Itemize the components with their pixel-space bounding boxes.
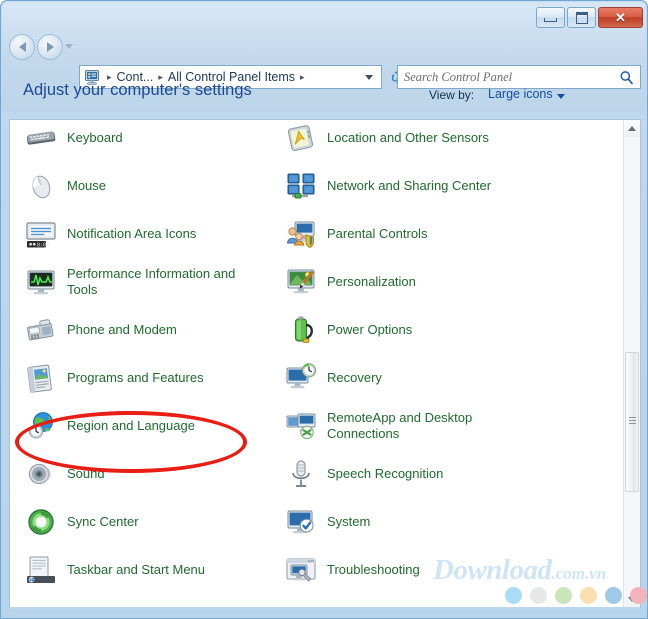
control-panel-item-remoteapp-and-desktop-connections[interactable]: RemoteApp and Desktop Connections: [284, 402, 622, 450]
control-panel-item-taskbar-and-start-menu[interactable]: Taskbar and Start Menu: [24, 546, 284, 594]
control-panel-items-grid: Keyboard Location and Other Sensors Mous…: [10, 120, 622, 607]
forward-button[interactable]: [37, 34, 63, 60]
control-panel-item-region-and-language[interactable]: Region and Language: [24, 402, 284, 450]
control-panel-item-label: Personalization: [327, 274, 416, 290]
scroll-up-button[interactable]: [624, 120, 640, 137]
close-button[interactable]: ✕: [598, 7, 643, 28]
control-panel-item-sync-center[interactable]: Sync Center: [24, 498, 284, 546]
troubleshooting-icon: [284, 553, 318, 587]
control-panel-item-label: Recovery: [327, 370, 382, 386]
control-panel-item-keyboard[interactable]: Keyboard: [24, 120, 284, 162]
control-panel-item-label: System: [327, 514, 371, 530]
control-panel-window: ✕ ▸ Cont... ▸ All Control Panel Items ▸ …: [0, 0, 648, 619]
control-panel-item-label: RemoteApp and Desktop Connections: [327, 410, 473, 441]
control-panel-item-system[interactable]: System: [284, 498, 622, 546]
programs-features-icon: [24, 361, 58, 395]
control-panel-item-network-and-sharing-center[interactable]: Network and Sharing Center: [284, 162, 622, 210]
control-panel-item-label: Power Options: [327, 322, 413, 338]
system-icon: [284, 505, 318, 539]
control-panel-item-label: Sound: [67, 466, 105, 482]
keyboard-icon: [24, 121, 58, 155]
control-panel-item-performance-information-and-tools[interactable]: Performance Information and Tools: [24, 258, 284, 306]
scrollbar-thumb[interactable]: [625, 352, 639, 492]
parental-controls-icon: [284, 217, 318, 251]
control-panel-items-pane: Keyboard Location and Other Sensors Mous…: [9, 119, 641, 609]
network-sharing-icon: [284, 169, 318, 203]
mouse-icon: [24, 169, 58, 203]
control-panel-item-label: Performance Information and Tools: [67, 266, 236, 297]
remoteapp-icon: [284, 409, 318, 443]
power-options-icon: [284, 313, 318, 347]
control-panel-item-label: Phone and Modem: [67, 322, 177, 338]
control-panel-item-label: Keyboard: [67, 130, 123, 146]
triangle-up-icon: [628, 126, 636, 131]
title-bar: ✕: [1, 1, 647, 31]
scroll-down-button[interactable]: [624, 591, 640, 607]
sound-icon: [24, 457, 58, 491]
sync-center-icon: [24, 505, 58, 539]
control-panel-item-location-and-other-sensors[interactable]: Location and Other Sensors: [284, 120, 622, 162]
close-icon: ✕: [615, 9, 626, 25]
taskbar-start-menu-icon: [24, 553, 58, 587]
window-controls: ✕: [536, 7, 643, 28]
triangle-down-icon: [628, 597, 636, 602]
control-panel-item-label: Region and Language: [67, 418, 195, 434]
phone-modem-icon: [24, 313, 58, 347]
control-panel-item-speech-recognition[interactable]: Speech Recognition: [284, 450, 622, 498]
maximize-icon: [568, 8, 595, 27]
control-panel-item-power-options[interactable]: Power Options: [284, 306, 622, 354]
control-panel-item-label: Speech Recognition: [327, 466, 444, 482]
control-panel-item-label: Troubleshooting: [327, 562, 420, 578]
control-panel-item-troubleshooting[interactable]: Troubleshooting: [284, 546, 622, 594]
page-title: Adjust your computer's settings: [23, 81, 252, 99]
control-panel-item-label: Parental Controls: [327, 226, 428, 242]
view-by-dropdown[interactable]: Large icons: [488, 87, 553, 101]
control-panel-item-label: Mouse: [67, 178, 107, 194]
minimize-icon: [537, 8, 564, 27]
vertical-scrollbar[interactable]: [623, 120, 640, 607]
back-arrow-icon: [18, 42, 26, 52]
forward-arrow-icon: [46, 42, 54, 52]
scrollbar-grip-icon: [629, 417, 636, 424]
region-language-icon: [24, 409, 58, 443]
control-panel-item-phone-and-modem[interactable]: Phone and Modem: [24, 306, 284, 354]
control-panel-item-parental-controls[interactable]: Parental Controls: [284, 210, 622, 258]
view-by-label: View by:: [429, 88, 475, 102]
control-panel-item-personalization[interactable]: Personalization: [284, 258, 622, 306]
control-panel-item-sound[interactable]: Sound: [24, 450, 284, 498]
notification-area-icon: 0:00: [24, 217, 58, 251]
svg-text:0:00: 0:00: [37, 242, 49, 248]
performance-icon: [24, 265, 58, 299]
header-strip: Adjust your computer's settings View by:…: [9, 67, 641, 119]
maximize-button[interactable]: [567, 7, 596, 28]
speech-recognition-icon: [284, 457, 318, 491]
control-panel-item-label: Taskbar and Start Menu: [67, 562, 206, 578]
location-sensor-icon: [284, 121, 318, 155]
address-bar-row: ▸ Cont... ▸ All Control Panel Items ▸ Se…: [1, 31, 647, 89]
control-panel-item-label: Location and Other Sensors: [327, 130, 489, 146]
minimize-button[interactable]: [536, 7, 565, 28]
view-by-chevron-down-icon[interactable]: [557, 94, 565, 99]
recent-pages-chevron-down-icon[interactable]: [65, 44, 73, 49]
control-panel-item-recovery[interactable]: Recovery: [284, 354, 622, 402]
control-panel-item-label: Notification Area Icons: [67, 226, 197, 242]
control-panel-item-mouse[interactable]: Mouse: [24, 162, 284, 210]
recovery-icon: [284, 361, 318, 395]
control-panel-item-programs-and-features[interactable]: Programs and Features: [24, 354, 284, 402]
back-button[interactable]: [9, 34, 35, 60]
control-panel-item-label: Network and Sharing Center: [327, 178, 492, 194]
control-panel-item-label: Programs and Features: [67, 370, 204, 386]
personalization-icon: [284, 265, 318, 299]
control-panel-item-label: Sync Center: [67, 514, 139, 530]
control-panel-item-notification-area-icons[interactable]: 0:00 Notification Area Icons: [24, 210, 284, 258]
